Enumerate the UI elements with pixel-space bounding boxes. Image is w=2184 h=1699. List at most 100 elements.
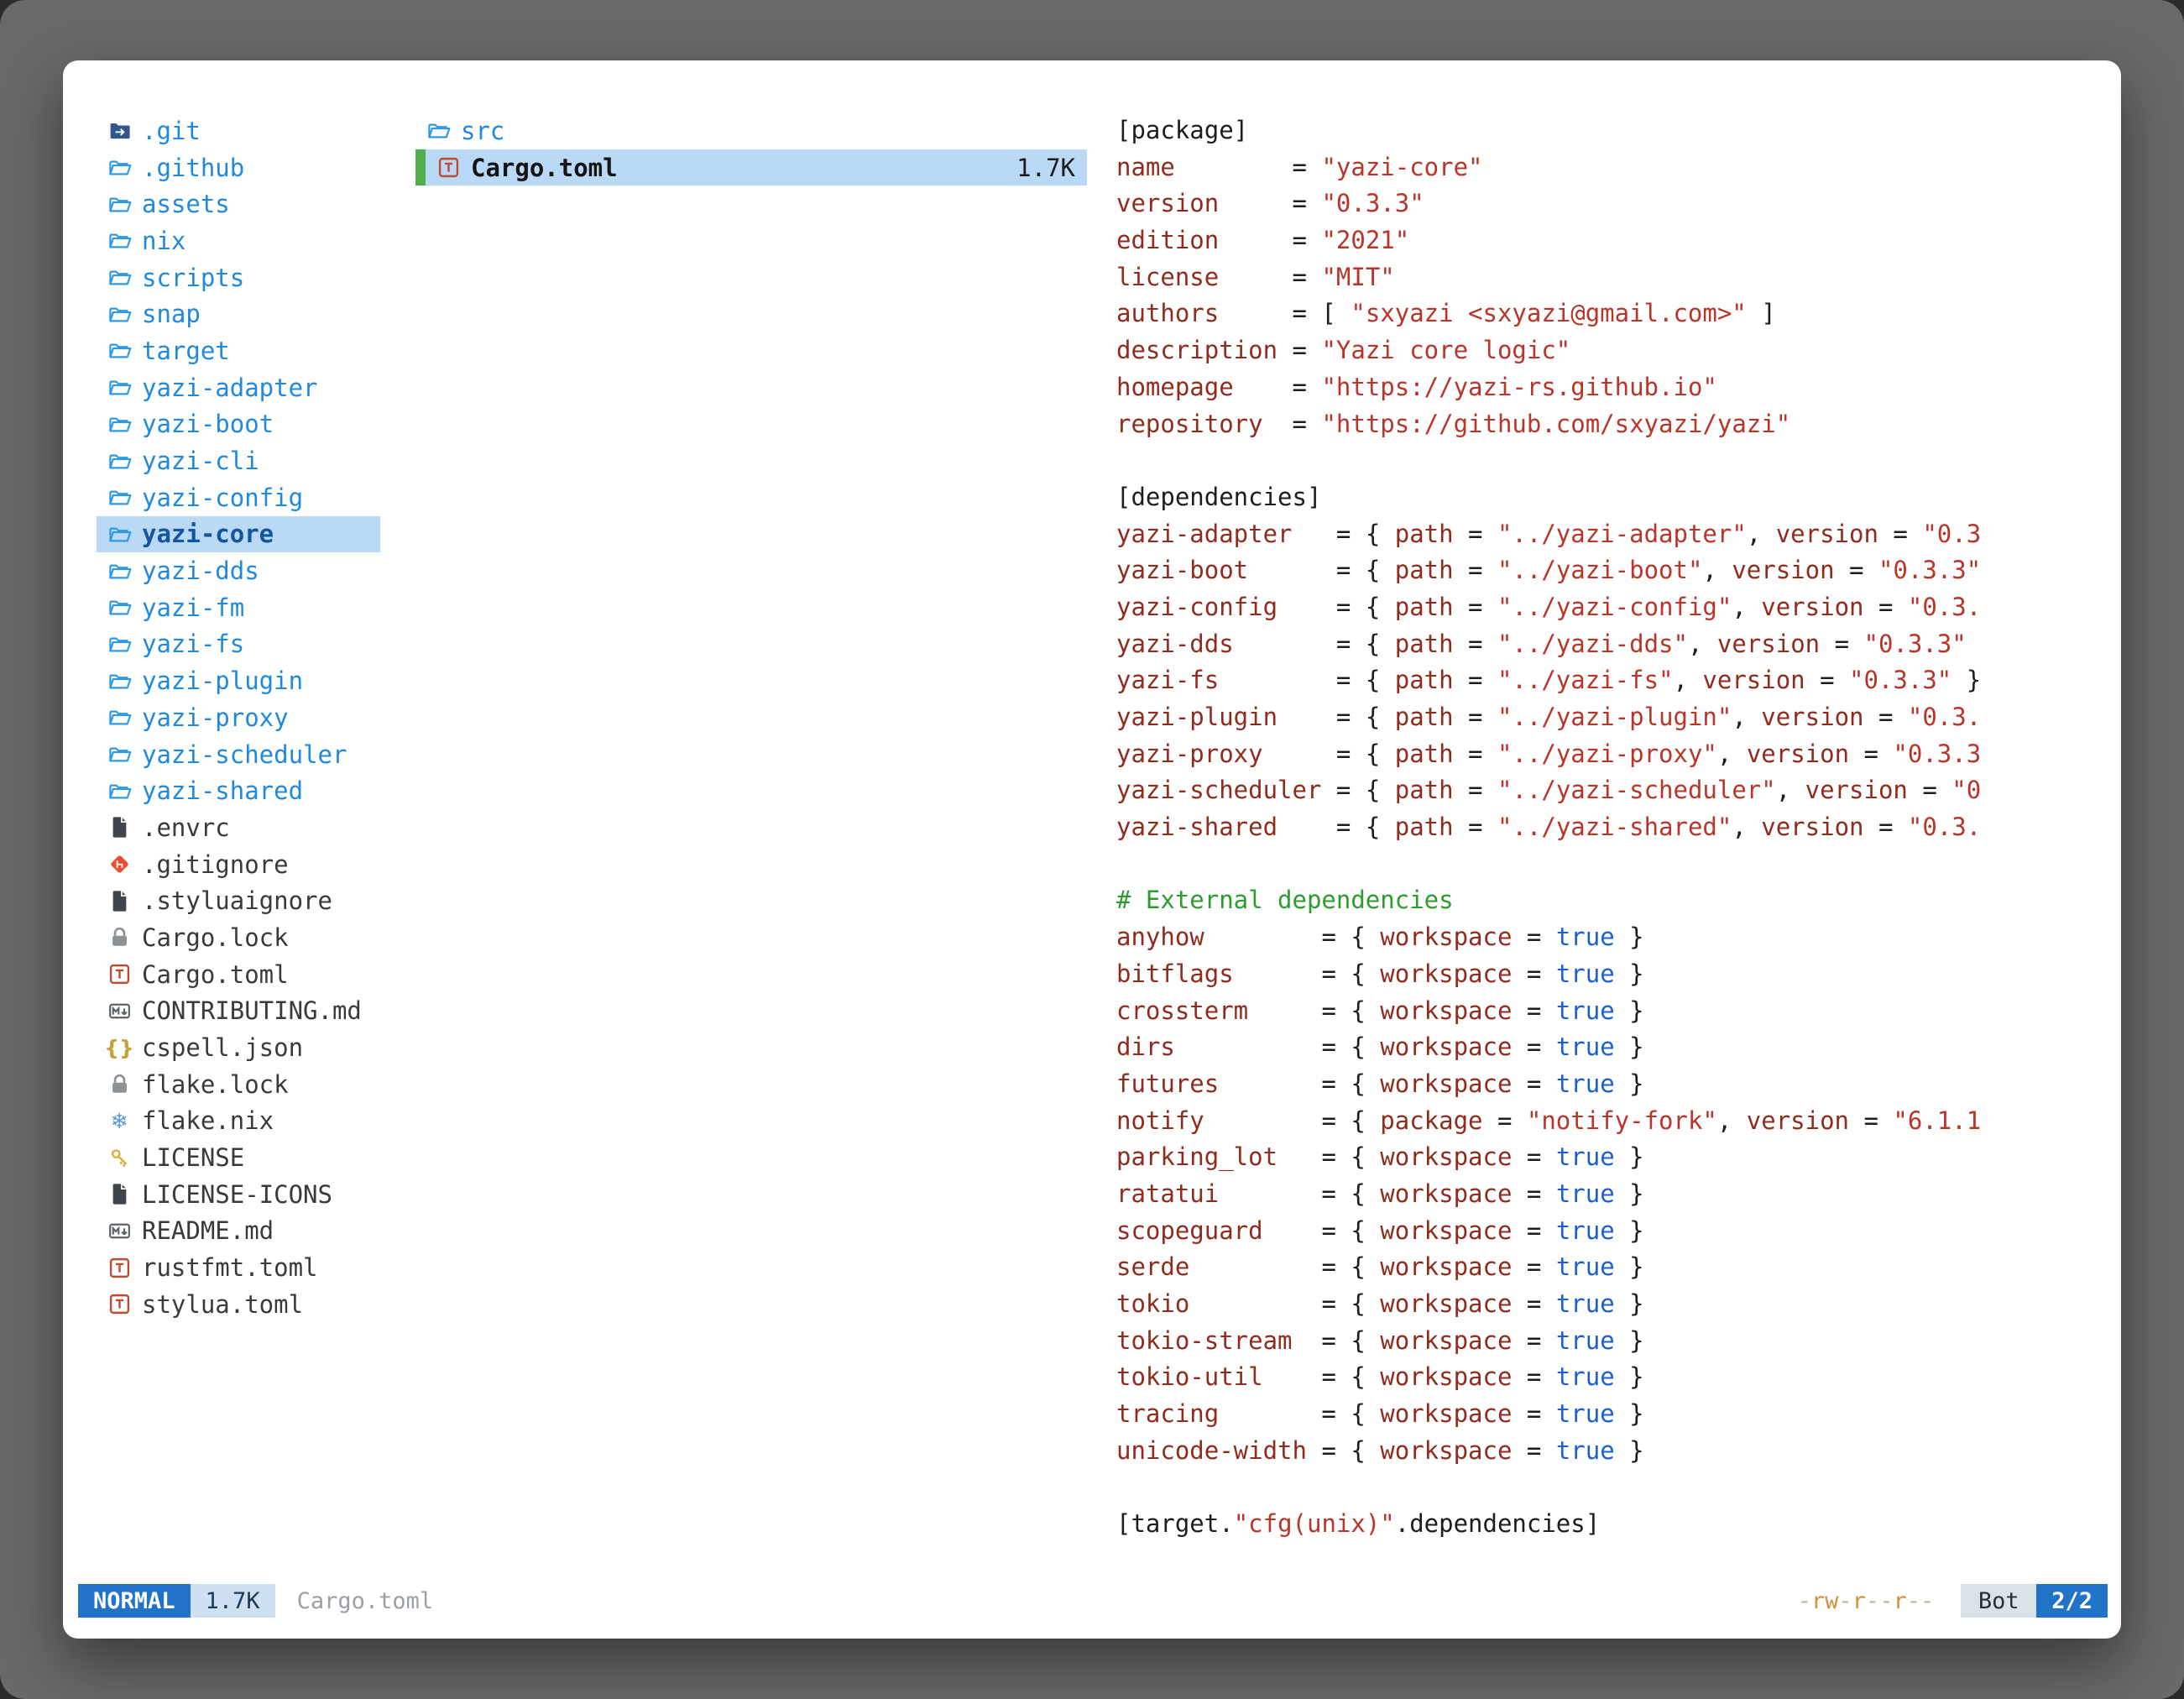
preview-line: bitflags = { workspace = true } [1116,956,2116,993]
folder-icon [105,778,133,803]
file-entry-Cargo.toml[interactable]: Cargo.toml1.7K [415,149,1087,186]
dir-entry-yazi-adapter[interactable]: yazi-adapter [97,369,380,406]
dir-entry-yazi-fs[interactable]: yazi-fs [97,626,380,663]
dir-entry-yazi-cli[interactable]: yazi-cli [97,442,380,479]
lock-icon [105,1072,133,1097]
entry-label: Cargo.toml [471,154,618,182]
preview-line: yazi-fs = { path = "../yazi-fs", version… [1116,662,2116,699]
entry-label: yazi-fs [142,630,244,658]
preview-line [1116,442,2116,479]
toml-icon [105,1292,133,1317]
file-entry-Cargo.lock[interactable]: Cargo.lock [97,919,380,956]
preview-line: serde = { workspace = true } [1116,1249,2116,1286]
preview-line: yazi-plugin = { path = "../yazi-plugin",… [1116,699,2116,736]
entry-label: nix [142,227,185,255]
toml-icon [105,1255,133,1280]
folder-icon [105,265,133,290]
entry-label: yazi-cli [142,447,259,475]
folder-icon [105,228,133,254]
dir-entry-yazi-boot[interactable]: yazi-boot [97,406,380,443]
preview-line: unicode-width = { workspace = true } [1116,1433,2116,1470]
preview-line: authors = [ "sxyazi <sxyazi@gmail.com>" … [1116,295,2116,332]
entry-label: cspell.json [142,1033,303,1062]
dir-entry-target[interactable]: target [97,332,380,369]
file-entry-flake.nix[interactable]: ❄flake.nix [97,1103,380,1140]
file-entry-rustfmt.toml[interactable]: rustfmt.toml [97,1249,380,1286]
file-entry-LICENSE[interactable]: LICENSE [97,1139,380,1176]
toml-icon [434,155,462,180]
folder-icon [424,118,452,144]
dir-entry-assets[interactable]: assets [97,186,380,222]
dir-entry-yazi-core[interactable]: yazi-core [97,516,380,553]
file-entry-.envrc[interactable]: .envrc [97,809,380,846]
file-icon [105,1182,133,1207]
file-entry-stylua.toml[interactable]: stylua.toml [97,1286,380,1323]
preview-line: dirs = { workspace = true } [1116,1029,2116,1066]
dir-entry-src[interactable]: src [415,112,1087,149]
folder-icon [105,521,133,546]
file-entry-.styluaignore[interactable]: .styluaignore [97,882,380,919]
entry-label: snap [142,300,201,328]
entry-label: yazi-scheduler [142,740,347,769]
file-entry-.gitignore[interactable]: .gitignore [97,846,380,883]
yazi-terminal-window: .git.githubassetsnixscriptssnaptargetyaz… [63,60,2121,1639]
file-preview-pane[interactable]: [package]name = "yazi-core"version = "0.… [1116,112,2116,1546]
preview-line: tokio = { workspace = true } [1116,1286,2116,1323]
file-entry-cspell.json[interactable]: {}cspell.json [97,1029,380,1066]
entry-label: yazi-core [142,520,274,548]
lock-icon [105,925,133,950]
folder-icon [105,411,133,437]
dir-entry-scripts[interactable]: scripts [97,259,380,296]
preview-line: notify = { package = "notify-fork", vers… [1116,1103,2116,1140]
entry-label: LICENSE [142,1143,244,1172]
entry-label: README.md [142,1216,274,1245]
file-counter-badge: 2/2 [2036,1584,2108,1618]
dir-entry-yazi-shared[interactable]: yazi-shared [97,772,380,809]
dir-entry-yazi-fm[interactable]: yazi-fm [97,589,380,626]
entry-label: src [461,117,504,145]
entry-label: yazi-proxy [142,703,289,732]
entry-label: CONTRIBUTING.md [142,996,362,1025]
file-entry-README.md[interactable]: README.md [97,1213,380,1250]
dir-entry-yazi-dds[interactable]: yazi-dds [97,552,380,589]
preview-line: license = "MIT" [1116,259,2116,296]
folder-icon [105,338,133,363]
entry-label: yazi-shared [142,776,303,805]
preview-line: yazi-shared = { path = "../yazi-shared",… [1116,809,2116,846]
entry-label: Cargo.toml [142,960,289,989]
entry-label: Cargo.lock [142,923,289,952]
dir-entry-.git[interactable]: .git [97,112,380,149]
folder-icon [105,191,133,217]
folder-icon [105,448,133,473]
entry-label: yazi-boot [142,410,274,438]
folder-icon [105,155,133,180]
scroll-position-badge: Bot [1961,1584,2036,1618]
entry-label: .git [142,117,201,145]
file-entry-Cargo.toml[interactable]: Cargo.toml [97,956,380,993]
status-bar: NORMAL 1.7K Cargo.toml -rw-r--r-- Bot 2/… [78,1583,2108,1618]
entry-label: assets [142,190,230,218]
preview-line: yazi-config = { path = "../yazi-config",… [1116,589,2116,626]
file-size-badge: 1.7K [191,1584,275,1618]
folder-icon [105,301,133,327]
dir-entry-.github[interactable]: .github [97,149,380,186]
dir-entry-yazi-plugin[interactable]: yazi-plugin [97,662,380,699]
desktop-background: .git.githubassetsnixscriptssnaptargetyaz… [0,0,2184,1699]
file-entry-flake.lock[interactable]: flake.lock [97,1066,380,1103]
preview-line: version = "0.3.3" [1116,186,2116,222]
file-icon [105,888,133,913]
preview-line: edition = "2021" [1116,222,2116,259]
file-entry-CONTRIBUTING.md[interactable]: CONTRIBUTING.md [97,993,380,1030]
entry-label: yazi-config [142,484,303,512]
preview-line: yazi-adapter = { path = "../yazi-adapter… [1116,516,2116,553]
dir-entry-yazi-proxy[interactable]: yazi-proxy [97,699,380,736]
entry-label: scripts [142,264,244,292]
dir-entry-yazi-config[interactable]: yazi-config [97,479,380,516]
dir-entry-nix[interactable]: nix [97,222,380,259]
dir-entry-yazi-scheduler[interactable]: yazi-scheduler [97,736,380,773]
preview-line: tokio-stream = { workspace = true } [1116,1323,2116,1360]
folder-icon [105,631,133,656]
file-entry-LICENSE-ICONS[interactable]: LICENSE-ICONS [97,1176,380,1213]
mode-indicator: NORMAL [78,1584,191,1618]
dir-entry-snap[interactable]: snap [97,295,380,332]
